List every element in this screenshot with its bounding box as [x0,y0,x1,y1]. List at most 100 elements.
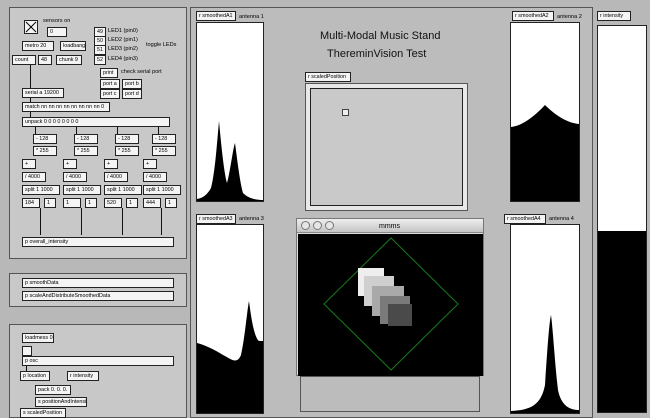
plus-object: + [104,159,118,169]
antenna-2-label: antenna 2 [557,14,582,20]
title-line-1: Multi-Modal Music Stand [320,30,441,42]
receive-intensity: r intensity [597,11,631,21]
led2-label: LED2 (pin1) [108,37,138,43]
scale-distribute-object: p scaleAndDistributeSmoothedData [22,291,174,301]
led3-number[interactable]: 51 [94,45,106,55]
display-frame [300,376,480,412]
smooth-data-object: p smoothData [22,278,174,288]
patch-cord [122,208,123,235]
match-object: match nn nn nn nn nn nn nn nn 0 [22,102,110,112]
antenna-4-label: antenna 4 [549,216,574,222]
print-object: print [100,68,118,78]
one-number[interactable]: 1 [85,198,97,208]
metro-object: metro 20 [22,41,54,51]
port-b-message[interactable]: port b [122,79,142,89]
position-visualization [323,237,459,371]
count-max-number[interactable]: 48 [38,55,52,65]
count-object: count [12,55,36,65]
patch-cord [35,127,36,134]
antenna-1-waveform [197,121,263,201]
led3-label: LED3 (pin2) [108,46,138,52]
receive-smoothed-a3: r smoothedA3 [196,214,236,224]
serial-object: serial a 19200 [22,88,64,98]
sensors-toggle[interactable] [24,20,38,34]
zoom-button[interactable] [325,221,334,230]
port-a-message[interactable]: port a [100,79,120,89]
antenna-1-label: antenna 1 [239,14,264,20]
one-number[interactable]: 1 [165,198,177,208]
antenna-1-plot [196,22,264,202]
antenna-3-label: antenna 3 [239,216,264,222]
minimize-button[interactable] [313,221,322,230]
location-object: p location [20,371,50,381]
port-d-message[interactable]: port d [122,89,142,99]
one-number[interactable]: 1 [126,198,138,208]
plus-object: + [22,159,36,169]
patch-cord [30,112,31,117]
patch-cord [161,208,162,235]
check-serial-label: check serial port [121,69,162,75]
times-255-object: * 255 [33,146,57,156]
led4-label: LED4 (pin3) [108,56,138,62]
value-number[interactable]: 444 [143,198,161,208]
split-object: split 1 1000 [22,185,60,195]
position-marker[interactable] [342,109,349,116]
osc-object: p osc [22,356,174,366]
close-button[interactable] [301,221,310,230]
times-255-object: * 255 [74,146,98,156]
antenna-3-waveform [197,301,263,413]
antenna-2-waveform [511,105,579,201]
patch-cord [81,208,82,235]
sensors-label: sensors on [43,18,71,24]
chunk-object: chunk 9 [56,55,82,65]
div-4000-object: / 4000 [143,172,167,182]
receive-smoothed-a1: r smoothedA1 [196,11,236,21]
antenna-4-plot [510,224,580,414]
window-titlebar: mmms [297,219,483,233]
jitter-display [298,234,483,376]
minus-128-object: - 128 [115,134,139,144]
plus-object: + [63,159,77,169]
split-object: split 1 1000 [63,185,101,195]
scaled-position-pad[interactable] [310,88,463,206]
led4-number[interactable]: 52 [94,55,106,65]
overall-intensity-object: p overall_intensity [22,237,174,247]
bang-button[interactable] [22,346,32,356]
loadmess-object: loadmess 0 [22,333,54,343]
receive-intensity-object: r intensity [67,371,99,381]
led1-label: LED1 (pin0) [108,28,138,34]
div-4000-object: / 4000 [22,172,46,182]
sensors-number[interactable]: 0 [47,27,67,37]
patch-cord [76,127,77,134]
intensity-fill [598,230,646,412]
split-object: split 1 1000 [104,185,142,195]
patch-cord [40,208,41,235]
window-title: mmms [379,223,400,230]
split-object: split 1 1000 [143,185,181,195]
value-number[interactable]: 1 [63,198,81,208]
receive-smoothed-a2: r smoothedA2 [512,11,554,21]
patch-cord [117,127,118,134]
pack-object: pack 0. 0. 0. [35,385,71,395]
unpack-object: unpack 0 0 0 0 0 0 0 0 [22,117,170,127]
antenna-4-waveform [511,315,579,413]
position-intensity-send: s positionAndIntensity [35,397,87,407]
times-255-object: * 255 [152,146,176,156]
scaled-position-send: s scaledPosition [20,408,66,418]
toggle-x-icon [25,21,37,33]
receive-scaled-position: r scaledPosition [305,72,351,82]
intensity-meter [597,25,647,413]
minus-128-object: - 128 [74,134,98,144]
jitter-window: mmms [296,218,484,376]
div-4000-object: / 4000 [63,172,87,182]
antenna-2-plot [510,22,580,202]
value-number[interactable]: 520 [104,198,122,208]
patch-cord [158,127,159,134]
loadbang-object: loadbang [60,41,86,51]
minus-128-object: - 128 [33,134,57,144]
port-c-message[interactable]: port c [100,89,120,99]
one-number[interactable]: 1 [44,198,56,208]
patch-cord [30,65,31,88]
times-255-object: * 255 [115,146,139,156]
value-number[interactable]: 184 [22,198,40,208]
